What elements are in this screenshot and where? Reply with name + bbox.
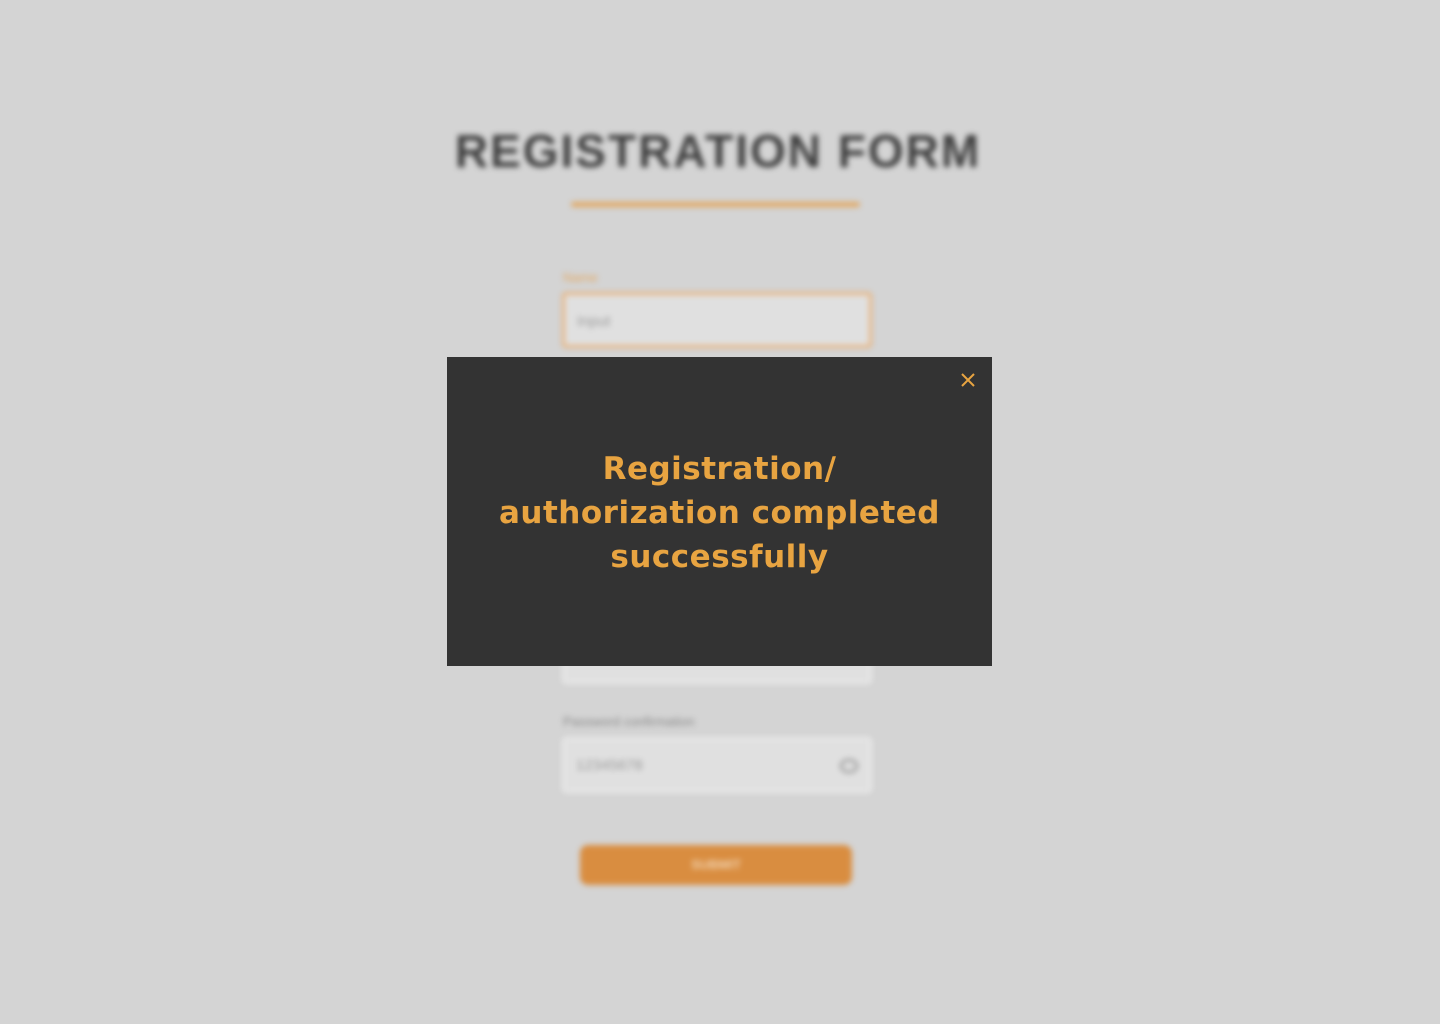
- password-confirmation-value: 12345678: [576, 757, 643, 774]
- success-modal: Registration/ authorization completed su…: [447, 357, 992, 666]
- password-confirmation-label: Password confirmation: [563, 714, 695, 729]
- submit-button[interactable]: SUBMIT: [580, 845, 852, 885]
- page: REGISTRATION FORM Name Input Password co…: [0, 0, 1440, 1024]
- close-icon: [961, 373, 975, 387]
- form-title: REGISTRATION FORM: [454, 125, 982, 177]
- modal-message: Registration/ authorization completed su…: [498, 451, 940, 575]
- password-confirmation-input[interactable]: 12345678: [562, 737, 872, 793]
- title-underline: [571, 202, 860, 207]
- close-button[interactable]: [957, 369, 979, 391]
- name-input[interactable]: Input: [562, 292, 872, 348]
- name-label: Name: [563, 270, 598, 285]
- eye-icon[interactable]: [840, 759, 858, 773]
